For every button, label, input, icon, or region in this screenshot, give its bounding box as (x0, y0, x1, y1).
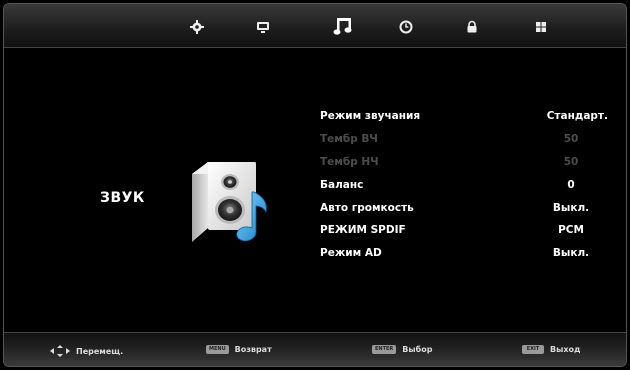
music-note-icon (333, 18, 352, 35)
hint-exit: EXIT Выход (522, 345, 580, 354)
menu-item-label: Баланс (320, 178, 364, 191)
menu-item-label: Тембр НЧ (320, 155, 379, 168)
menu-item-label: Режим AD (320, 247, 382, 260)
menu-item-label: Авто громкость (320, 201, 414, 214)
grid-icon (536, 22, 546, 32)
monitor-icon (257, 22, 269, 33)
menu-item-spdif-mode[interactable]: РЕЖИМ SPDIF PCM (320, 219, 616, 242)
tab-lock-lock-icon[interactable] (459, 14, 485, 40)
hint-move-label: Перемещ. (76, 346, 124, 356)
hint-select: ENTER Выбор (372, 345, 432, 354)
menu-tab-bar (4, 4, 626, 48)
tab-options-grid-icon[interactable] (528, 14, 554, 40)
lock-icon (467, 20, 477, 33)
menu-item-value: 0 (567, 178, 575, 191)
menu-item-value: Выкл. (552, 247, 590, 260)
menu-item-value: Стандарт. (546, 110, 608, 123)
clock-icon (399, 20, 413, 34)
navigation-arrows-icon (50, 345, 70, 357)
sound-settings-list: Режим звучания Стандарт. Тембр ВЧ 50 Тем… (320, 105, 616, 265)
menu-item-label: РЕЖИМ SPDIF (320, 224, 406, 237)
tab-picture-gear-icon[interactable] (184, 14, 210, 40)
menu-item-value: PCM (558, 224, 584, 237)
hint-back: MENU Возврат (206, 345, 272, 354)
enter-key-icon: ENTER (372, 345, 397, 354)
tab-time-clock-icon[interactable] (393, 14, 419, 40)
tab-channel-monitor-icon[interactable] (250, 14, 276, 40)
menu-item-bass: Тембр НЧ 50 (320, 151, 616, 174)
menu-item-sound-mode[interactable]: Режим звучания Стандарт. (320, 105, 616, 128)
hint-move: Перемещ. (50, 345, 123, 357)
tab-sound-music-note-icon[interactable] (328, 11, 358, 41)
menu-item-value: 50 (563, 133, 579, 146)
hint-exit-label: Выход (550, 345, 581, 354)
section-title: ЗВУК (100, 190, 145, 206)
exit-key-icon: EXIT (522, 345, 544, 354)
hint-select-label: Выбор (402, 345, 433, 354)
menu-item-label: Режим звучания (320, 110, 421, 123)
menu-item-treble: Тембр ВЧ 50 (320, 128, 616, 151)
tv-menu-screen: ЗВУК Режим звучания Стандарт. Тембр ВЧ 5… (3, 3, 627, 367)
menu-item-ad-mode[interactable]: Режим AD Выкл. (320, 242, 616, 265)
menu-item-value: 50 (563, 155, 579, 168)
remote-hint-bar: Перемещ. MENU Возврат ENTER Выбор EXIT В… (4, 332, 626, 366)
menu-key-icon: MENU (206, 345, 229, 354)
hint-back-label: Возврат (234, 345, 272, 354)
menu-item-value: Выкл. (552, 201, 590, 214)
menu-item-label: Тембр ВЧ (320, 133, 378, 146)
gear-icon (190, 20, 204, 34)
menu-item-balance[interactable]: Баланс 0 (320, 173, 616, 196)
menu-item-auto-volume[interactable]: Авто громкость Выкл. (320, 196, 616, 219)
speaker-icon (192, 162, 267, 242)
